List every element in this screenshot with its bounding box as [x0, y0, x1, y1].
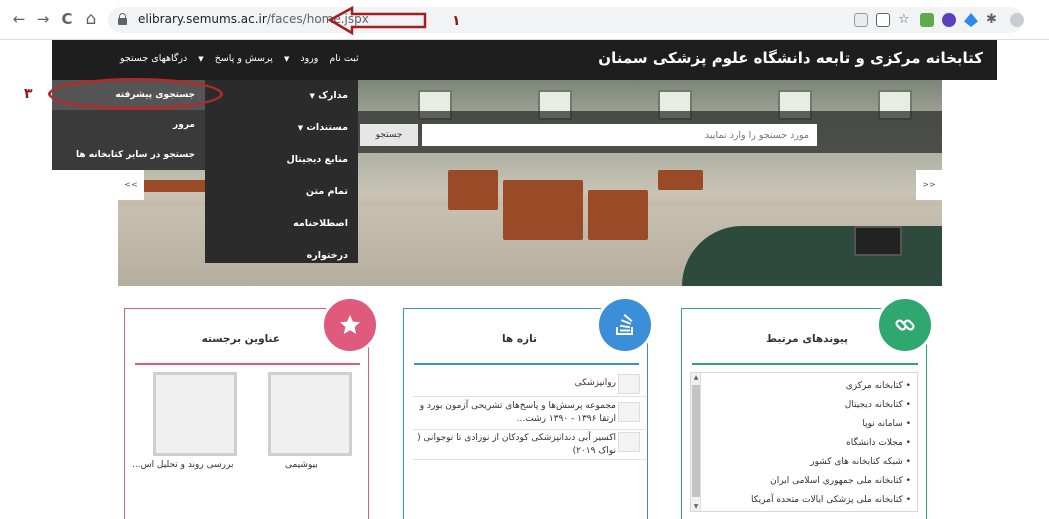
scrollbar[interactable]: ▲ ▼ [691, 373, 701, 511]
link-item[interactable]: • مجلات دانشگاه [691, 434, 917, 453]
chevron-down-icon: ▼ [198, 55, 204, 63]
annotation-number-1: ۱ [452, 13, 461, 29]
related-links-list: ▲ ▼ • کتابخانه مرکزی • کتابخانه دیجیتال … [690, 372, 918, 512]
menu-item-tree[interactable]: درختواره [205, 240, 358, 272]
link-item[interactable]: • کتابخانه مرکزی [691, 377, 917, 396]
site-header: کتابخانه مرکزی و تابعه دانشگاه علوم پزشک… [52, 40, 997, 80]
link-item[interactable]: • کتابخانه ملی جمهوری اسلامی ایران [691, 472, 917, 491]
annotation-number-3: ۳ [24, 86, 33, 102]
search-gateways-menu: مدارک ▼ مستندات ▼ منابع دیجیتال تمام متن… [205, 80, 358, 263]
top-nav: ثبت نام ورود ▼ پرسش و پاسخ ▼ درگاههای جس… [112, 53, 359, 64]
news-item[interactable]: مجموعه پرسش‌ها و پاسخ‌های تشریحی آزمون ب… [413, 400, 646, 430]
news-title: تازه ها [501, 333, 537, 345]
submenu-search-other-libraries[interactable]: جستجو در سایر کتابخانه ها [52, 140, 205, 170]
link-item[interactable]: • کتابخانه دیجیتال [691, 396, 917, 415]
site-title: کتابخانه مرکزی و تابعه دانشگاه علوم پزشک… [598, 49, 983, 67]
stack-overflow-icon [596, 296, 654, 354]
slider-next-button[interactable]: >> [916, 170, 942, 200]
featured-book-title[interactable]: بیوشیمی [285, 460, 318, 470]
nav-login[interactable]: ورود [300, 53, 318, 64]
featured-title: عناوین برجسته [201, 333, 280, 345]
link-item[interactable]: • شبکه کتابخانه های کشور [691, 453, 917, 472]
links-title: پیوندهای مرتبط [766, 333, 848, 345]
menu-item-documents[interactable]: مدارک ▼ [205, 80, 358, 112]
search-input[interactable] [422, 124, 817, 146]
featured-book-title[interactable]: بررسی روند و تحلیل اس... [132, 460, 233, 470]
link-item[interactable]: • کتابخانه ملی پزشکی ایالات متحده آمریکا [691, 491, 917, 510]
nav-qa[interactable]: پرسش و پاسخ [215, 53, 273, 64]
submenu-browse[interactable]: مرور [52, 110, 205, 140]
link-item[interactable]: • سامانه نوپا [691, 415, 917, 434]
arrow-1-icon [327, 5, 427, 36]
menu-item-thesaurus[interactable]: اصطلاحنامه [205, 208, 358, 240]
chevron-down-icon: ▼ [283, 55, 290, 63]
menu-item-authorities[interactable]: مستندات ▼ [205, 112, 358, 144]
link-icon [876, 296, 934, 354]
menu-item-full-text[interactable]: تمام متن [205, 176, 358, 208]
news-item[interactable]: روانپزشکی [413, 377, 646, 397]
star-icon [321, 296, 379, 354]
featured-book-cover[interactable] [268, 372, 352, 456]
annotation-oval [48, 78, 223, 110]
featured-book-cover[interactable] [153, 372, 237, 456]
menu-item-digital-resources[interactable]: منابع دیجیتال [205, 144, 358, 176]
news-item[interactable]: اکسیر آبی دندانپزشکی کودکان از نوزادی تا… [413, 432, 646, 460]
slider-prev-button[interactable]: << [118, 170, 144, 200]
search-button[interactable]: جستجو [360, 124, 418, 146]
nav-register[interactable]: ثبت نام [329, 53, 358, 64]
nav-search-gateways[interactable]: درگاههای جستجو [120, 53, 187, 64]
